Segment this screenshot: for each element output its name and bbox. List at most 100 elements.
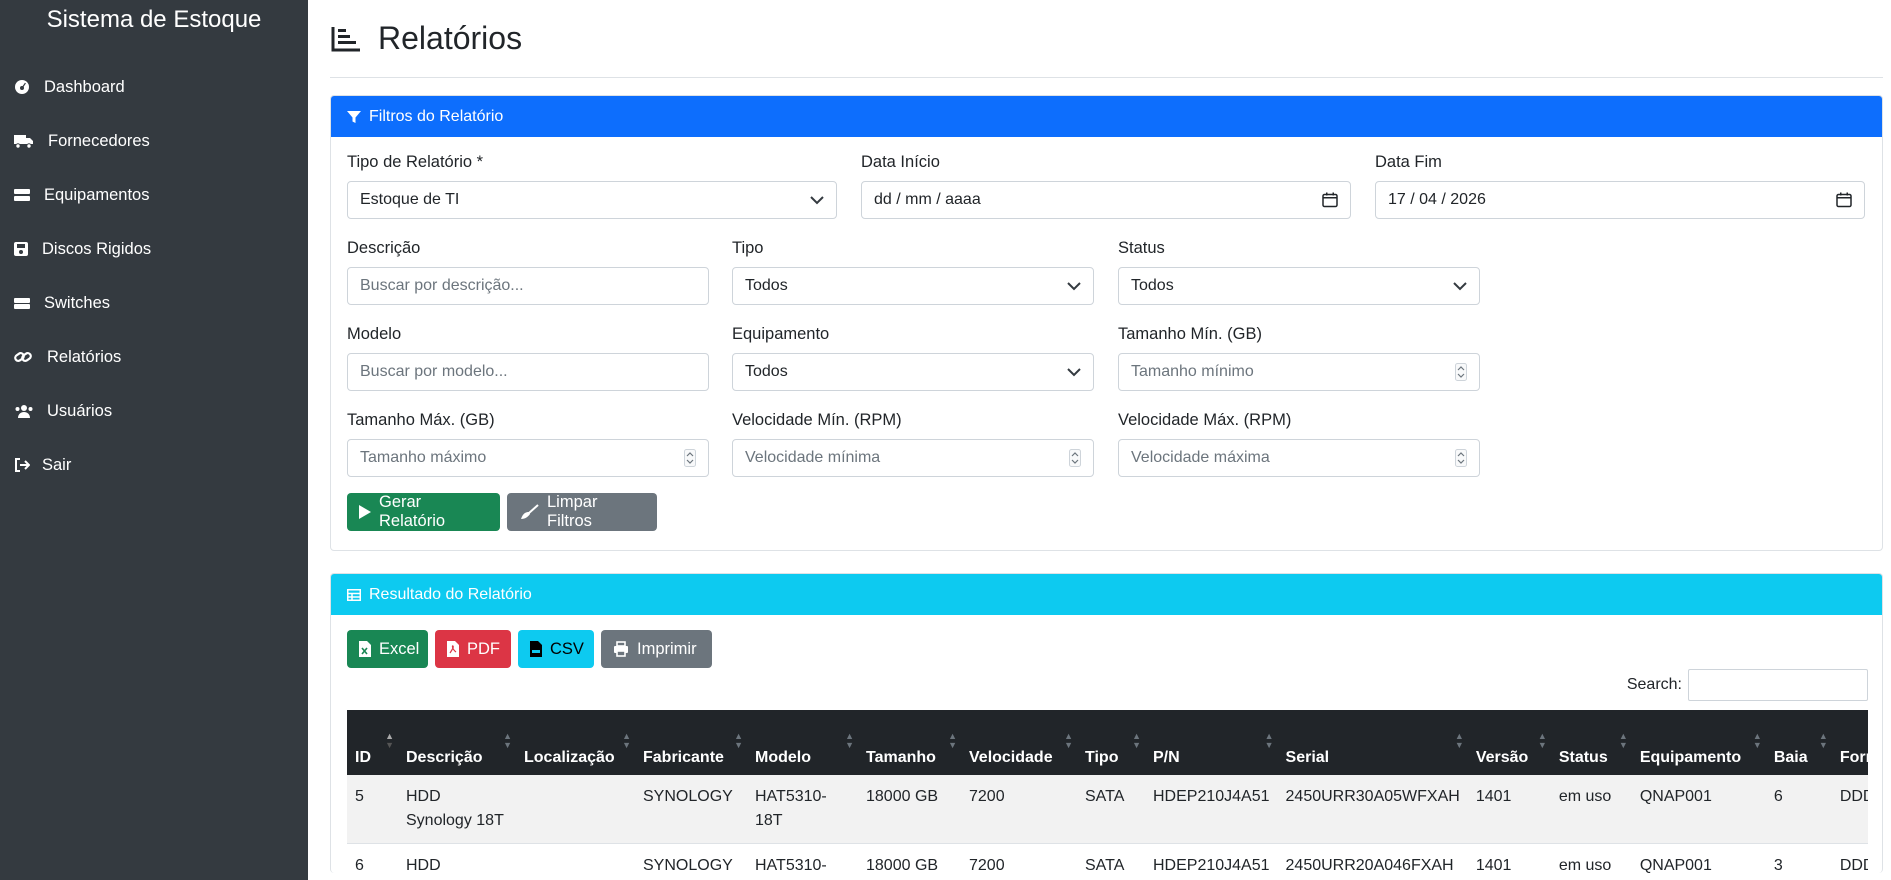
data-inicio-value: dd / mm / aaaa xyxy=(874,191,981,208)
result-table-wrapper: ID ▲ ▼ Descrição ▲ ▼ Localização ▲ ▼ Fabricant… xyxy=(347,710,1868,873)
velocidade-min-input[interactable]: Velocidade mínima xyxy=(732,439,1094,477)
column-header-id[interactable]: ID ▲ ▼ xyxy=(347,710,398,775)
result-card-title: Resultado do Relatório xyxy=(369,585,532,603)
file-csv-icon xyxy=(530,641,542,657)
column-header-fabricante[interactable]: Fabricante ▲ ▼ xyxy=(635,710,747,775)
column-header-baia[interactable]: Baia ▲ ▼ xyxy=(1766,710,1832,775)
sidebar-item-label: Sair xyxy=(42,455,72,474)
column-header-serial[interactable]: Serial ▲ ▼ xyxy=(1278,710,1468,775)
tamanho-min-label: Tamanho Mín. (GB) xyxy=(1118,325,1262,343)
column-header-pn[interactable]: P/N ▲ ▼ xyxy=(1145,710,1278,775)
column-header-equipamento[interactable]: Equipamento ▲ ▼ xyxy=(1632,710,1766,775)
filter-icon xyxy=(347,110,361,124)
sidebar-item-label: Equipamentos xyxy=(44,185,150,204)
imprimir-button[interactable]: Imprimir xyxy=(601,630,712,668)
broom-icon xyxy=(519,504,539,520)
sort-icon: ▲ ▼ xyxy=(1618,731,1628,750)
csv-button[interactable]: CSV xyxy=(518,630,594,668)
sidebar-item-usuarios[interactable]: Usuários xyxy=(0,384,308,438)
column-header-velocidade[interactable]: Velocidade ▲ ▼ xyxy=(961,710,1077,775)
cell-fabricante: SYNOLOGY xyxy=(643,788,733,805)
sidebar-item-equipamentos[interactable]: Equipamentos xyxy=(0,168,308,222)
excel-label: Excel xyxy=(379,639,420,658)
sort-icon: ▲ ▼ xyxy=(622,731,631,750)
status-group: Status Todos xyxy=(1118,239,1480,305)
tipo-relatorio-select[interactable]: Estoque de TI xyxy=(347,181,837,219)
table-icon xyxy=(347,588,361,601)
sidebar-item-label: Discos Rigidos xyxy=(42,239,152,258)
cell-velocidade: 7200 xyxy=(969,788,1005,805)
descricao-input[interactable]: Buscar por descrição... xyxy=(347,267,709,305)
table-row: 5 HDD Synology 18T SYNOLOGY HAT5310-18T … xyxy=(347,775,1868,844)
calendar-icon[interactable] xyxy=(1836,192,1852,208)
tamanho-max-label: Tamanho Máx. (GB) xyxy=(347,411,495,429)
filters-card-header: Filtros do Relatório xyxy=(331,96,1882,137)
data-fim-input[interactable]: 17 / 04 / 2026 xyxy=(1375,181,1865,219)
data-inicio-group: Data Início dd / mm / aaaa xyxy=(861,153,1351,219)
sort-icon: ▲ ▼ xyxy=(845,731,854,750)
cell-tipo: SATA xyxy=(1085,788,1125,805)
column-header-versao[interactable]: Versão ▲ ▼ xyxy=(1468,710,1551,775)
sort-icon: ▲ ▼ xyxy=(734,731,743,750)
velocidade-max-input[interactable]: Velocidade máxima xyxy=(1118,439,1480,477)
table-row: 6 HDD Synology 18T SYNOLOGY HAT5310-18T … xyxy=(347,844,1868,873)
status-select[interactable]: Todos xyxy=(1118,267,1480,305)
tipo-select[interactable]: Todos xyxy=(732,267,1094,305)
search-input[interactable] xyxy=(1688,669,1868,701)
spinner-icon[interactable] xyxy=(1455,449,1467,467)
data-inicio-input[interactable]: dd / mm / aaaa xyxy=(861,181,1351,219)
cell-fornecedor: DDDD xyxy=(1839,788,1868,805)
pdf-button[interactable]: PDF xyxy=(435,630,511,668)
truck-icon xyxy=(14,131,48,151)
spinner-icon[interactable] xyxy=(684,449,696,467)
calendar-icon[interactable] xyxy=(1322,192,1338,208)
velocidade-min-placeholder: Velocidade mínima xyxy=(745,449,881,466)
sidebar-item-fornecedores[interactable]: Fornecedores xyxy=(0,114,308,168)
sort-icon: ▲ ▼ xyxy=(1064,731,1073,750)
sidebar-item-sair[interactable]: Sair xyxy=(0,438,308,492)
tamanho-min-input[interactable]: Tamanho mínimo xyxy=(1118,353,1480,391)
cell-fabricante: SYNOLOGY xyxy=(643,857,733,873)
sidebar-item-discos-rigidos[interactable]: Discos Rigidos xyxy=(0,222,308,276)
column-header-fornecedor[interactable]: Forne xyxy=(1832,710,1868,775)
limpar-filtros-button[interactable]: Limpar Filtros xyxy=(507,493,657,531)
gerar-relatorio-button[interactable]: Gerar Relatório xyxy=(347,493,500,531)
column-header-status[interactable]: Status ▲ ▼ xyxy=(1551,710,1632,775)
modelo-input[interactable]: Buscar por modelo... xyxy=(347,353,709,391)
sidebar-item-relatorios[interactable]: Relatórios xyxy=(0,330,308,384)
hdd-icon xyxy=(14,293,44,313)
play-icon xyxy=(359,505,371,519)
cell-descricao: HDD Synology 18T xyxy=(406,788,504,829)
tipo-label: Tipo xyxy=(732,239,764,257)
cell-velocidade: 7200 xyxy=(969,857,1005,873)
modelo-placeholder: Buscar por modelo... xyxy=(360,363,508,380)
velocidade-max-placeholder: Velocidade máxima xyxy=(1131,449,1270,466)
cell-id: 5 xyxy=(355,788,364,805)
print-icon xyxy=(613,641,629,657)
column-header-modelo[interactable]: Modelo ▲ ▼ xyxy=(747,710,858,775)
sidebar-item-switches[interactable]: Switches xyxy=(0,276,308,330)
column-header-descricao[interactable]: Descrição ▲ ▼ xyxy=(398,710,516,775)
cell-status: em uso xyxy=(1558,857,1612,873)
main-content: Relatórios Filtros do Relatório Tipo de … xyxy=(330,0,1883,880)
data-fim-label: Data Fim xyxy=(1375,153,1442,171)
sidebar-item-label: Switches xyxy=(44,293,111,312)
sort-icon: ▲ ▼ xyxy=(1752,731,1762,750)
column-header-tipo[interactable]: Tipo ▲ ▼ xyxy=(1077,710,1145,775)
excel-button[interactable]: Excel xyxy=(347,630,428,668)
tipo-group: Tipo Todos xyxy=(732,239,1094,305)
equipamento-select[interactable]: Todos xyxy=(732,353,1094,391)
sidebar-item-dashboard[interactable]: Dashboard xyxy=(0,60,308,114)
column-header-localizacao[interactable]: Localização ▲ ▼ xyxy=(516,710,635,775)
column-header-tamanho[interactable]: Tamanho ▲ ▼ xyxy=(858,710,961,775)
cell-fornecedor: DDDD xyxy=(1839,857,1868,873)
velocidade-min-label: Velocidade Mín. (RPM) xyxy=(732,411,902,429)
spinner-icon[interactable] xyxy=(1455,363,1467,381)
tamanho-max-input[interactable]: Tamanho máximo xyxy=(347,439,709,477)
imprimir-label: Imprimir xyxy=(637,639,697,658)
cell-equipamento: QNAP001 xyxy=(1639,788,1712,805)
limpar-filtros-label: Limpar Filtros xyxy=(547,493,598,530)
pdf-label: PDF xyxy=(467,639,500,658)
spinner-icon[interactable] xyxy=(1069,449,1081,467)
cell-equipamento: QNAP001 xyxy=(1639,857,1712,873)
